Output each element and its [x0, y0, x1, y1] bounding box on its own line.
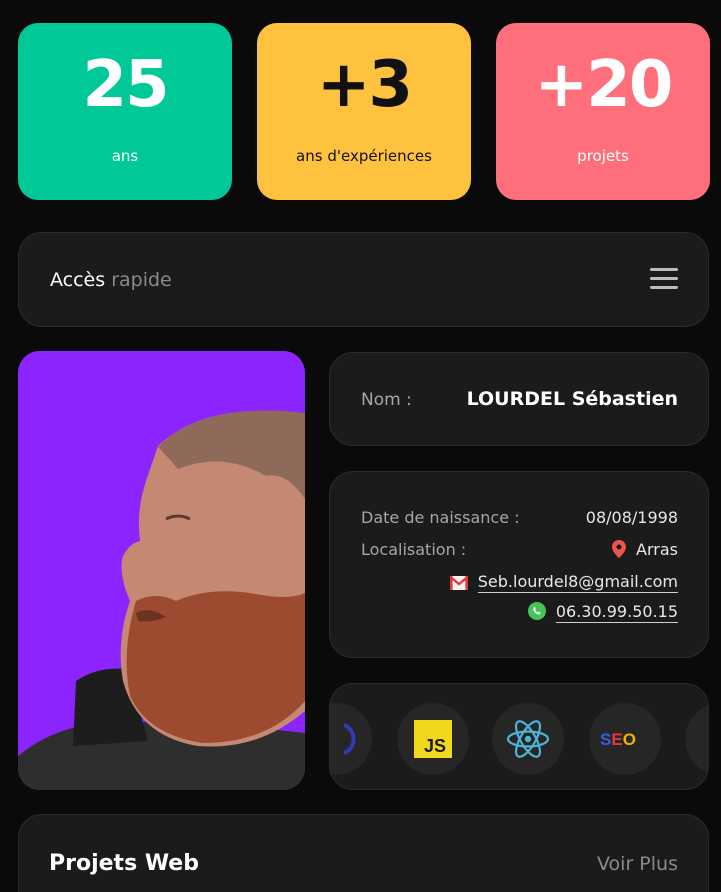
seo-icon-text: SEO: [600, 730, 636, 749]
skills-carousel: JS SEO: [329, 683, 709, 790]
whatsapp-icon: [527, 602, 546, 626]
stat-value: +20: [534, 48, 674, 122]
hamburger-menu-icon[interactable]: [650, 267, 678, 291]
name-label: Nom :: [361, 390, 412, 410]
phone-link[interactable]: 06.30.99.50.15: [555, 602, 678, 623]
partial-skill-icon-right: [685, 703, 708, 775]
stat-card-age: 25 ans: [18, 23, 232, 200]
gmail-icon: [449, 574, 468, 596]
javascript-icon-text: JS: [424, 736, 446, 756]
quick-access-title-muted: rapide: [111, 269, 172, 291]
birthdate-label: Date de naissance :: [361, 508, 520, 527]
phone-row: 06.30.99.50.15: [361, 601, 678, 623]
profile-photo: [18, 351, 305, 790]
email-wrap: Seb.lourdel8@gmail.com: [449, 571, 678, 596]
location-value-wrap: Arras: [612, 539, 678, 564]
stat-value: +3: [316, 48, 413, 122]
map-pin-icon: [612, 540, 627, 564]
location-row: Localisation : Arras: [361, 539, 678, 561]
quick-access-bar: Accès rapide: [18, 232, 709, 327]
see-more-link[interactable]: Voir Plus: [597, 853, 678, 875]
projects-section: Projets Web Voir Plus: [18, 814, 709, 892]
stat-label: projets: [577, 147, 629, 165]
name-value: LOURDEL Sébastien: [466, 388, 678, 410]
javascript-icon: JS: [397, 703, 469, 775]
quick-access-title: Accès rapide: [50, 269, 172, 291]
seo-icon: SEO: [589, 703, 661, 775]
email-row: Seb.lourdel8@gmail.com: [361, 571, 678, 593]
stat-card-projects: +20 projets: [496, 23, 710, 200]
stat-value: 25: [82, 48, 169, 122]
quick-access-title-main: Accès: [50, 269, 106, 291]
name-card: Nom : LOURDEL Sébastien: [329, 352, 709, 446]
location-label: Localisation :: [361, 540, 467, 559]
projects-title: Projets Web: [49, 851, 199, 876]
phone-wrap: 06.30.99.50.15: [527, 601, 678, 626]
contact-info-card: Date de naissance : 08/08/1998 Localisat…: [329, 471, 709, 658]
stat-label: ans d'expériences: [296, 147, 432, 165]
location-value: Arras: [636, 540, 678, 559]
birthdate-value: 08/08/1998: [585, 508, 678, 527]
birthdate-row: Date de naissance : 08/08/1998: [361, 507, 678, 529]
react-icon: [492, 703, 564, 775]
stat-card-experience: +3 ans d'expériences: [257, 23, 471, 200]
partial-skill-icon: [330, 703, 372, 775]
email-link[interactable]: Seb.lourdel8@gmail.com: [477, 572, 678, 593]
stat-label: ans: [111, 147, 139, 165]
